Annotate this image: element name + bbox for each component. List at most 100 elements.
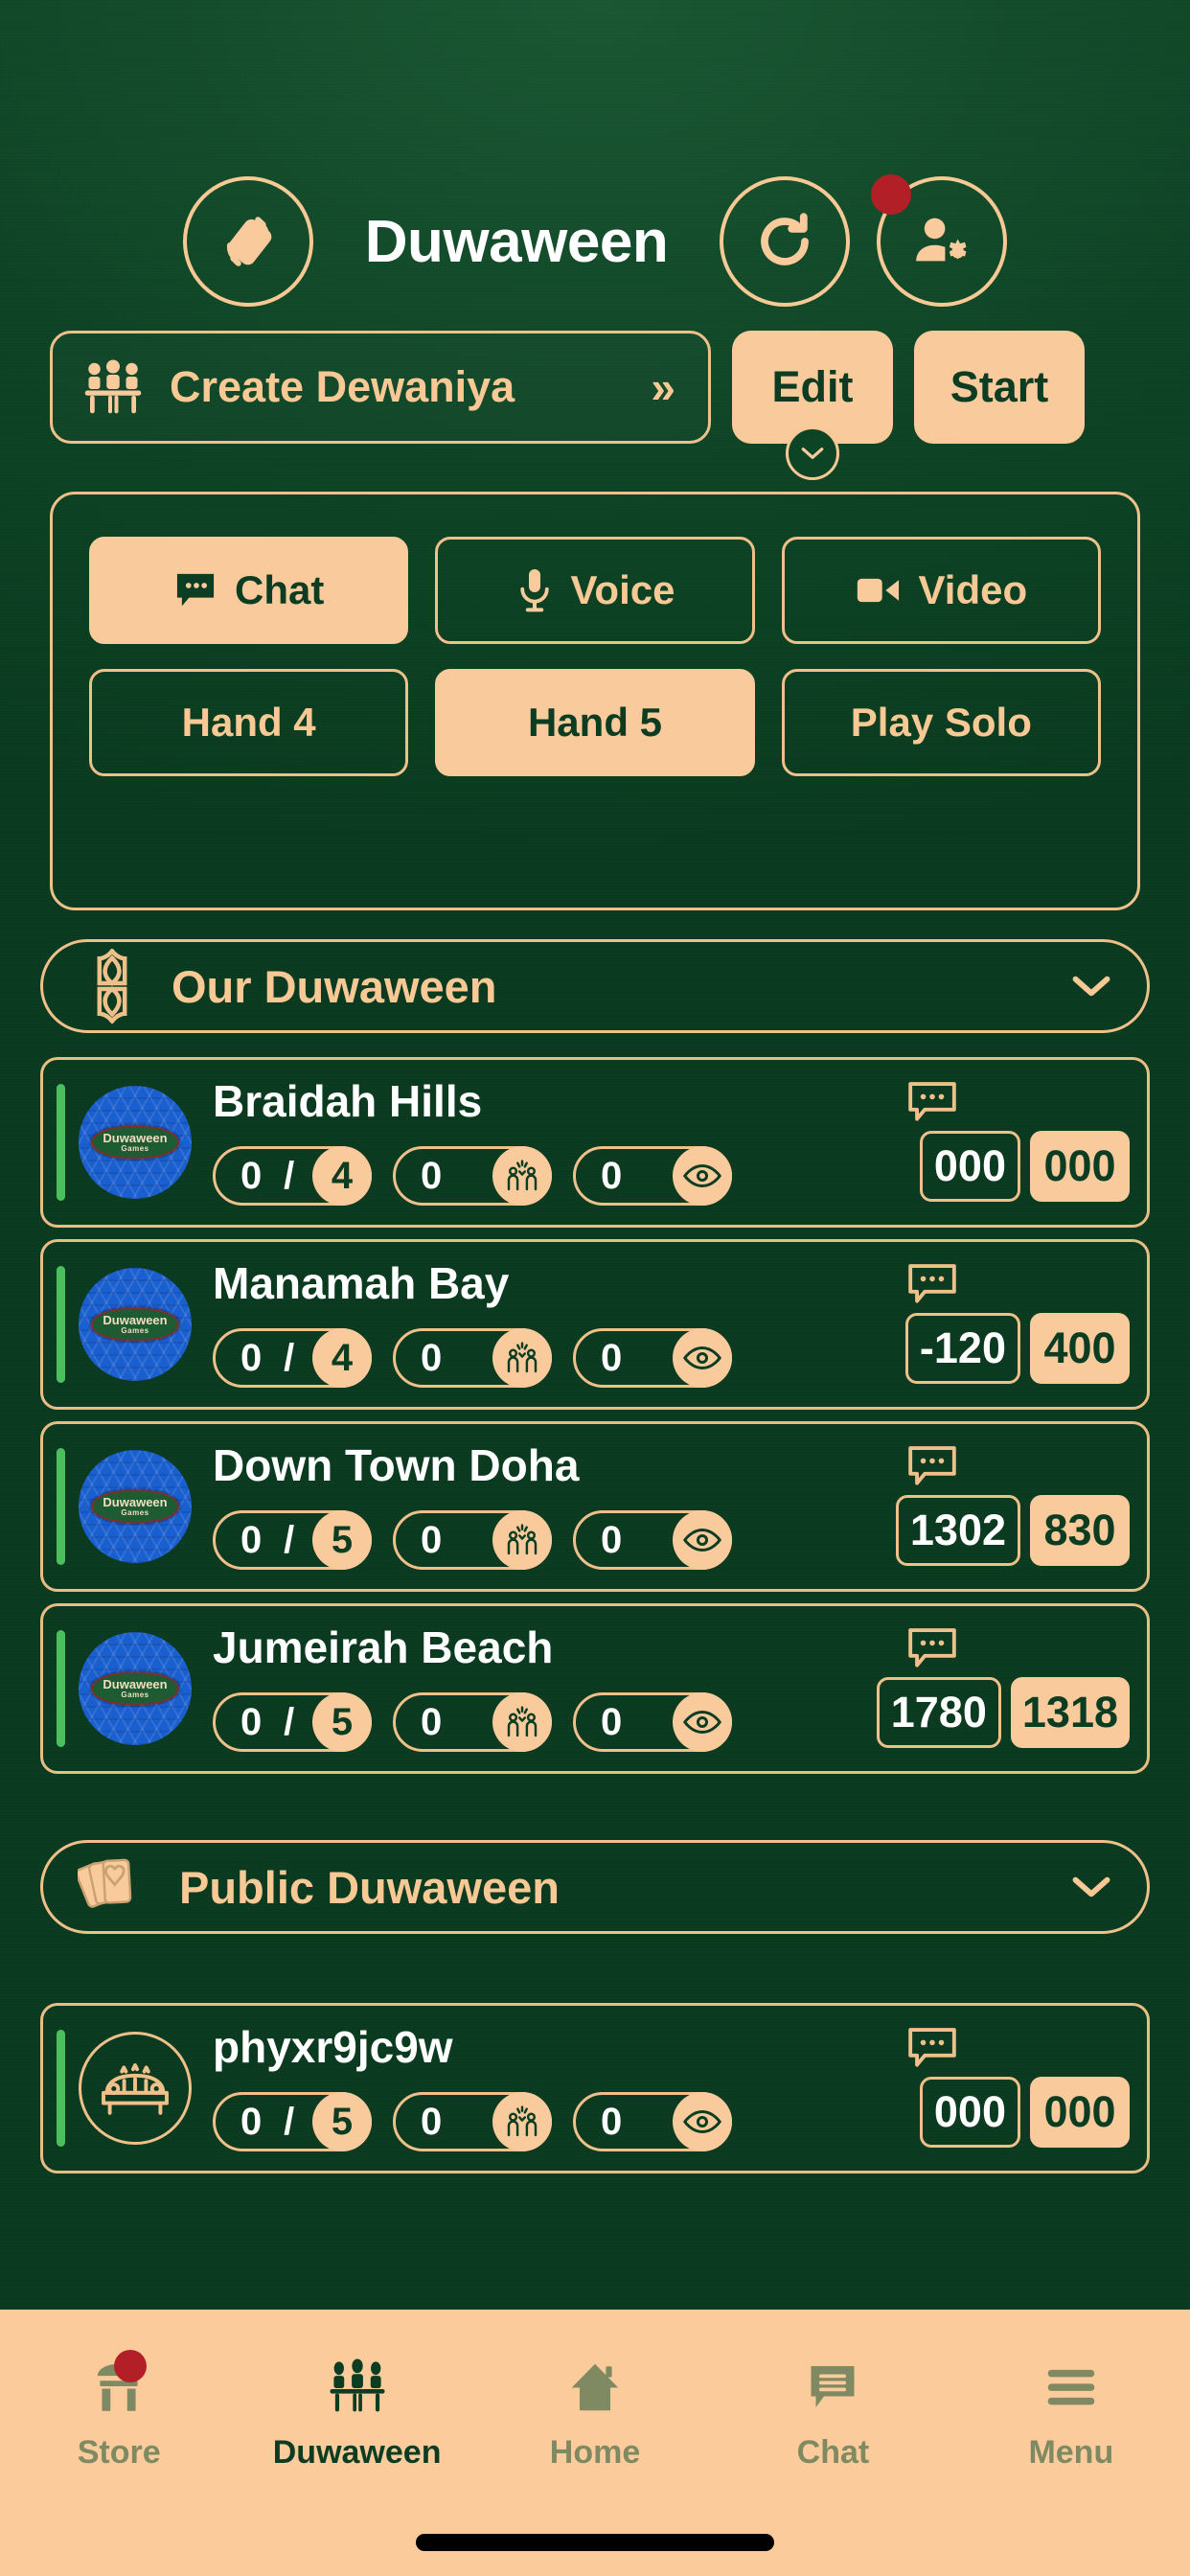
playing-cards-icon <box>78 1849 154 1925</box>
chat-bubble-dots-icon[interactable] <box>905 1261 959 1307</box>
mode-voice-label: Voice <box>570 567 675 612</box>
mode-hand4-button[interactable]: Hand 4 <box>89 669 409 776</box>
watchers-chip: 0 <box>573 2092 732 2151</box>
nav-label-duwaween: Duwaween <box>272 2434 442 2471</box>
create-dewaniya-button[interactable]: Create Dewaniya » <box>50 331 711 444</box>
clapping-hands-icon <box>492 1146 552 1206</box>
room-stats: 0 / 5 0 0 <box>213 1692 732 1752</box>
capacity-count: 5 <box>312 2092 372 2151</box>
capacity-count: 5 <box>312 1692 372 1752</box>
table-row[interactable]: Duwaween Games Jumeirah Beach 0 / 5 0 0 … <box>40 1603 1150 1774</box>
room-status-stripe <box>57 1266 65 1383</box>
nav-item-chat[interactable]: Chat <box>714 2354 951 2472</box>
seated-count: 0 <box>421 1518 443 1561</box>
profile-settings-button[interactable] <box>871 174 1008 307</box>
section-header-our-duwaween[interactable]: Our Duwaween <box>40 939 1150 1033</box>
avatar: Duwaween Games <box>79 1086 192 1199</box>
clapping-hands-icon <box>492 1692 552 1752</box>
start-button[interactable]: Start <box>914 331 1085 444</box>
players-count: 0 <box>240 1154 263 1197</box>
room-details: Manamah Bay 0 / 4 0 0 -120 400 <box>192 1242 1147 1407</box>
table-row[interactable]: Duwaween Games Braidah Hills 0 / 4 0 0 0… <box>40 1057 1150 1228</box>
app-header: Duwaween <box>0 161 1190 322</box>
room-name: Braidah Hills <box>213 1076 483 1126</box>
mode-chat-button[interactable]: Chat <box>89 537 409 644</box>
people-at-table-icon <box>81 358 145 416</box>
eye-icon <box>673 1328 732 1388</box>
section-header-public-duwaween[interactable]: Public Duwaween <box>40 1840 1150 1934</box>
room-details: Braidah Hills 0 / 4 0 0 000 000 <box>192 1060 1147 1225</box>
house-icon <box>561 2354 629 2421</box>
store-notification-badge <box>114 2350 148 2382</box>
people-at-table-icon <box>324 2354 391 2421</box>
watchers-chip: 0 <box>573 1510 732 1570</box>
primary-action-row: Create Dewaniya » Edit Start <box>50 331 1140 480</box>
nav-item-home[interactable]: Home <box>476 2354 714 2472</box>
duwaween-logo-badge: Duwaween Games <box>91 1671 179 1706</box>
nav-item-duwaween[interactable]: Duwaween <box>238 2354 475 2472</box>
mode-playsolo-button[interactable]: Play Solo <box>781 669 1101 776</box>
mode-video-button[interactable]: Video <box>781 537 1101 644</box>
chevron-down-icon[interactable] <box>1070 1874 1112 1899</box>
edit-button[interactable]: Edit <box>732 331 893 480</box>
mode-chat-label: Chat <box>234 567 325 612</box>
seated-count: 0 <box>421 1336 443 1379</box>
score-theirs: 000 <box>1030 1131 1130 1202</box>
mode-hand5-label: Hand 5 <box>527 700 662 745</box>
watchers-count: 0 <box>601 1336 623 1379</box>
table-row[interactable]: Duwaween Games Manamah Bay 0 / 4 0 0 -12… <box>40 1239 1150 1410</box>
eye-icon <box>673 1146 732 1206</box>
watchers-count: 0 <box>601 1154 623 1197</box>
eye-icon <box>673 2092 732 2151</box>
chat-bubble-dots-icon[interactable] <box>905 1443 959 1489</box>
mode-voice-button[interactable]: Voice <box>435 537 755 644</box>
table-row[interactable]: phyxr9jc9w 0 / 5 0 0 000 000 <box>40 2003 1150 2174</box>
avatar <box>79 2032 192 2145</box>
seated-count: 0 <box>421 2100 443 2143</box>
rotate-screen-button[interactable] <box>182 176 313 307</box>
seated-count: 0 <box>421 1700 443 1743</box>
room-details: Down Town Doha 0 / 5 0 0 1302 830 <box>192 1424 1147 1589</box>
capacity-count: 4 <box>312 1328 372 1388</box>
duwaween-logo-badge: Duwaween Games <box>91 1125 179 1160</box>
seated-chip: 0 <box>393 1692 552 1752</box>
comm-mode-row: Chat Voice Video <box>89 537 1101 644</box>
players-count: 0 <box>240 2100 263 2143</box>
score-panel: 1780 1318 <box>876 1677 1130 1748</box>
players-count: 0 <box>240 1518 263 1561</box>
watchers-chip: 0 <box>573 1328 732 1388</box>
room-name: Down Town Doha <box>213 1440 580 1490</box>
score-theirs: 000 <box>1030 2077 1130 2148</box>
notification-badge <box>871 174 912 215</box>
capacity-count: 5 <box>312 1510 372 1570</box>
mode-hand5-button[interactable]: Hand 5 <box>435 669 755 776</box>
chat-bubble-dots-icon[interactable] <box>905 1079 959 1125</box>
edit-dropdown-toggle[interactable] <box>786 426 839 480</box>
room-stats: 0 / 4 0 0 <box>213 1328 732 1388</box>
slash-separator: / <box>284 2100 295 2143</box>
mode-video-label: Video <box>918 567 1028 612</box>
refresh-icon <box>750 207 819 276</box>
hamburger-menu-icon <box>1038 2354 1105 2421</box>
watchers-chip: 0 <box>573 1692 732 1752</box>
chat-bubble-dots-icon[interactable] <box>905 2025 959 2071</box>
clapping-hands-icon <box>492 2092 552 2151</box>
slash-separator: / <box>284 1700 295 1743</box>
room-status-stripe <box>57 1630 65 1747</box>
nav-item-store[interactable]: Store <box>0 2350 238 2472</box>
table-row[interactable]: Duwaween Games Down Town Doha 0 / 5 0 0 … <box>40 1421 1150 1592</box>
room-status-stripe <box>57 1084 65 1201</box>
bottom-navigation: Store Duwaween Home Chat Menu <box>0 2310 1190 2576</box>
players-count: 0 <box>240 1700 263 1743</box>
room-details: Jumeirah Beach 0 / 5 0 0 1780 1318 <box>192 1606 1147 1771</box>
refresh-button[interactable] <box>720 176 851 307</box>
nav-item-menu[interactable]: Menu <box>952 2354 1190 2472</box>
nav-label-store: Store <box>77 2434 161 2471</box>
create-dewaniya-label: Create Dewaniya <box>170 362 515 411</box>
chat-bubble-dots-icon[interactable] <box>905 1625 959 1671</box>
edit-label: Edit <box>771 362 854 411</box>
chevron-down-icon[interactable] <box>1070 974 1112 999</box>
avatar: Duwaween Games <box>79 1632 192 1745</box>
start-label: Start <box>950 362 1049 411</box>
room-name: Manamah Bay <box>213 1258 510 1308</box>
